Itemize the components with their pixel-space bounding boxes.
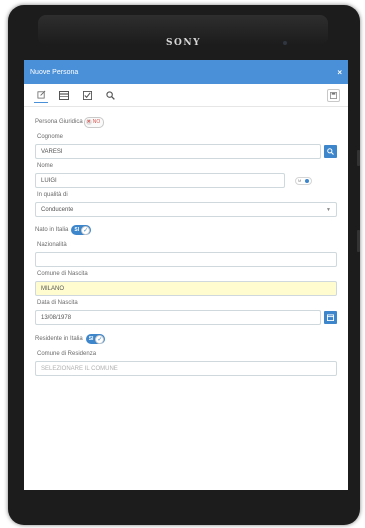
calendar-button[interactable] <box>324 311 337 324</box>
nazionalita-row: Nazionalità <box>35 242 337 267</box>
nome-field[interactable]: LUIGI <box>35 173 285 188</box>
cognome-search-button[interactable] <box>324 145 337 158</box>
data-nascita-row: Data di Nascita 13/08/1978 <box>35 300 337 325</box>
search-icon[interactable] <box>103 88 117 102</box>
nazionalita-field[interactable] <box>35 252 337 267</box>
persona-giuridica-row: Persona Giuridica ✕ NO <box>35 114 337 130</box>
comune-nascita-row: Comune di Nascita MILANO <box>35 271 337 296</box>
close-button[interactable]: × <box>337 68 342 77</box>
toggle-off-icon: ✕ <box>85 119 92 125</box>
dialog-titlebar: Nuove Persona × <box>24 60 348 84</box>
search-icon <box>327 148 334 155</box>
data-nascita-label: Data di Nascita <box>37 300 78 306</box>
residente-in-italia-label: Residente in Italia <box>35 336 83 342</box>
residente-in-italia-row: Residente in Italia SI ✓ <box>35 331 337 347</box>
data-nascita-field[interactable]: 13/08/1978 <box>35 310 321 325</box>
persona-form: Persona Giuridica ✕ NO Cognome VARESI No… <box>24 107 348 376</box>
nome-row: Nome LUIGI M <box>35 163 337 188</box>
nome-label: Nome <box>37 163 54 169</box>
volume-button <box>357 230 360 252</box>
comune-residenza-row: Comune di Residenza SELEZIONARE IL COMUN… <box>35 351 337 376</box>
comune-nascita-label: Comune di Nascita <box>37 271 88 277</box>
caret-down-icon: ▼ <box>326 206 331 213</box>
residente-in-italia-toggle[interactable]: SI ✓ <box>85 334 106 344</box>
in-qualita-row: In qualità di Conducente ▼ <box>35 192 337 217</box>
nazionalita-label: Nazionalità <box>37 242 67 248</box>
nato-in-italia-label: Nato in Italia <box>35 227 69 233</box>
nato-in-italia-toggle-text: SI <box>74 227 80 233</box>
comune-residenza-field[interactable]: SELEZIONARE IL COMUNE <box>35 361 337 376</box>
dialog-title: Nuove Persona <box>30 68 79 76</box>
cognome-field[interactable]: VARESI <box>35 144 321 159</box>
check-icon: ✓ <box>95 334 105 344</box>
card-icon[interactable] <box>57 88 71 102</box>
nato-in-italia-toggle[interactable]: SI ✓ <box>71 225 92 235</box>
comune-nascita-field[interactable]: MILANO <box>35 281 337 296</box>
check-icon: ✓ <box>81 225 91 235</box>
persona-giuridica-toggle-text: NO <box>92 119 101 125</box>
power-button <box>357 150 360 166</box>
checkbox-icon[interactable] <box>80 88 94 102</box>
cognome-row: Cognome VARESI <box>35 134 337 159</box>
persona-giuridica-toggle[interactable]: ✕ NO <box>83 116 105 128</box>
front-camera <box>283 41 287 45</box>
app-screen: Nuove Persona × Persona Giuridica ✕ NO C… <box>24 60 348 490</box>
comune-residenza-label: Comune di Residenza <box>37 351 97 357</box>
edit-icon[interactable] <box>34 88 48 103</box>
residente-in-italia-toggle-text: SI <box>88 336 94 342</box>
gender-toggle-knob <box>305 178 309 183</box>
cognome-label: Cognome <box>37 134 64 140</box>
device-brand: SONY <box>166 38 201 48</box>
tab-toolbar <box>24 84 348 107</box>
calendar-icon <box>327 314 334 321</box>
persona-giuridica-label: Persona Giuridica <box>35 119 83 125</box>
in-qualita-value: Conducente <box>41 206 74 213</box>
gender-toggle-left: M <box>298 178 302 183</box>
gender-toggle[interactable]: M <box>295 176 312 185</box>
in-qualita-select[interactable]: Conducente ▼ <box>35 202 337 217</box>
nato-in-italia-row: Nato in Italia SI ✓ <box>35 222 337 238</box>
in-qualita-label: In qualità di <box>37 192 68 198</box>
save-icon[interactable] <box>327 89 340 102</box>
